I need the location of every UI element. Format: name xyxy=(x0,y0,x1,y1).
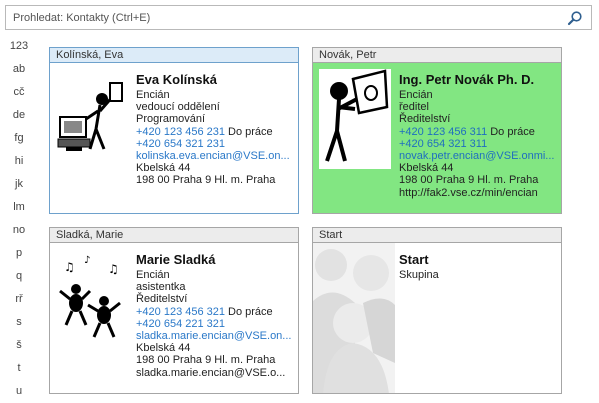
contact-name[interactable]: Ing. Petr Novák Ph. D. xyxy=(399,72,557,87)
alpha-de[interactable]: de xyxy=(0,109,38,121)
city: 198 00 Praha 9 Hl. m. Praha xyxy=(136,354,276,367)
work-phone-link[interactable]: +420 123 456 231 xyxy=(136,126,225,138)
group-placeholder-icon xyxy=(313,243,395,393)
work-phone-label: Do práce xyxy=(490,125,535,138)
contact-info: Eva Kolínská Encián vedoucí oddělení Pro… xyxy=(136,72,294,187)
contact-card-header[interactable]: Novák, Petr xyxy=(312,47,562,63)
contact-card-novak[interactable]: Novák, Petr Ing. Petr Novák Ph. D. Enciá… xyxy=(312,47,562,214)
company: Encián xyxy=(136,269,170,281)
street: Kbelská 44 xyxy=(136,162,191,175)
contact-info: Ing. Petr Novák Ph. D. Encián ředitel Ře… xyxy=(399,72,557,199)
dancing-people-music-clipart: ♫ ♪ ♫ xyxy=(59,255,121,338)
department: Programování xyxy=(136,113,206,126)
alpha-p[interactable]: p xyxy=(0,247,38,259)
alpha-t[interactable]: t xyxy=(0,362,38,374)
alpha-cc[interactable]: cč xyxy=(0,86,38,98)
email-2[interactable]: sladka.marie.encian@VSE.o... xyxy=(136,367,294,379)
email-link[interactable]: novak.petr.encian@VSE.onmi... xyxy=(399,150,554,162)
email-link[interactable]: kolinska.eva.encian@VSE.on... xyxy=(136,150,290,162)
work-phone-link[interactable]: +420 123 456 311 xyxy=(399,126,487,138)
alpha-no[interactable]: no xyxy=(0,224,38,236)
alpha-q[interactable]: q xyxy=(0,270,38,282)
person-holding-sign-clipart xyxy=(319,69,391,169)
search-input[interactable] xyxy=(6,6,561,29)
contact-info: Marie Sladká Encián asistentka Ředitelst… xyxy=(136,252,294,379)
search-box[interactable] xyxy=(5,5,592,30)
alpha-jk[interactable]: jk xyxy=(0,178,38,190)
contact-name[interactable]: Eva Kolínská xyxy=(136,72,294,87)
street: Kbelská 44 xyxy=(136,342,191,355)
svg-text:♫: ♫ xyxy=(64,260,75,274)
contact-card-body: Start Skupina xyxy=(312,242,562,394)
street: Kbelská 44 xyxy=(399,162,454,175)
work-phone-link[interactable]: +420 123 456 321 xyxy=(136,306,225,318)
contact-card-header[interactable]: Sladká, Marie xyxy=(49,227,299,243)
contact-info: Start Skupina xyxy=(399,252,557,281)
alpha-rr[interactable]: rř xyxy=(0,293,38,305)
contact-card-body: Eva Kolínská Encián vedoucí oddělení Pro… xyxy=(49,62,299,214)
alpha-123[interactable]: 123 xyxy=(0,40,38,52)
job-title: asistentka xyxy=(136,281,186,294)
alpha-s[interactable]: s xyxy=(0,316,38,328)
contact-card-sladka[interactable]: Sladká, Marie ♫ ♪ ♫ Marie Sladká Encián … xyxy=(49,227,299,394)
city: 198 00 Praha 9 Hl. m. Praha xyxy=(136,174,276,187)
company: Encián xyxy=(136,89,170,101)
group-type: Skupina xyxy=(399,269,439,281)
web-link[interactable]: http://fak2.vse.cz/min/encian xyxy=(399,187,538,199)
computer-user-clipart xyxy=(57,82,123,151)
company: Encián xyxy=(399,89,433,101)
contact-card-header[interactable]: Start xyxy=(312,227,562,243)
alpha-hi[interactable]: hi xyxy=(0,155,38,167)
svg-text:♪: ♪ xyxy=(84,255,90,266)
job-title: vedoucí oddělení xyxy=(136,101,220,114)
alpha-sh[interactable]: š xyxy=(0,339,38,351)
contact-card-kolinska[interactable]: Kolínská, Eva Eva Kolínská Encián vedouc… xyxy=(49,47,299,214)
phone-link[interactable]: +420 654 221 321 xyxy=(136,318,225,330)
department: Ředitelství xyxy=(136,293,188,306)
search-icon[interactable] xyxy=(567,10,583,26)
svg-text:♫: ♫ xyxy=(108,262,119,276)
alpha-ab[interactable]: ab xyxy=(0,63,38,75)
phone-link[interactable]: +420 654 321 311 xyxy=(399,138,487,150)
alpha-u[interactable]: u xyxy=(0,385,38,397)
alpha-lm[interactable]: lm xyxy=(0,201,38,213)
department: Ředitelství xyxy=(399,113,451,126)
contact-card-body: ♫ ♪ ♫ Marie Sladká Encián asistentka Řed… xyxy=(49,242,299,394)
work-phone-label: Do práce xyxy=(228,125,273,138)
contact-card-body: Ing. Petr Novák Ph. D. Encián ředitel Ře… xyxy=(312,62,562,214)
phone-link[interactable]: +420 654 321 231 xyxy=(136,138,225,150)
contact-card-header[interactable]: Kolínská, Eva xyxy=(49,47,299,63)
email-link[interactable]: sladka.marie.encian@VSE.on... xyxy=(136,330,291,342)
group-name[interactable]: Start xyxy=(399,252,557,267)
alpha-fg[interactable]: fg xyxy=(0,132,38,144)
job-title: ředitel xyxy=(399,101,429,114)
work-phone-label: Do práce xyxy=(228,305,273,318)
contact-name[interactable]: Marie Sladká xyxy=(136,252,294,267)
city: 198 00 Praha 9 Hl. m. Praha xyxy=(399,174,539,187)
contact-card-start-group[interactable]: Start Start Skupina xyxy=(312,227,562,394)
